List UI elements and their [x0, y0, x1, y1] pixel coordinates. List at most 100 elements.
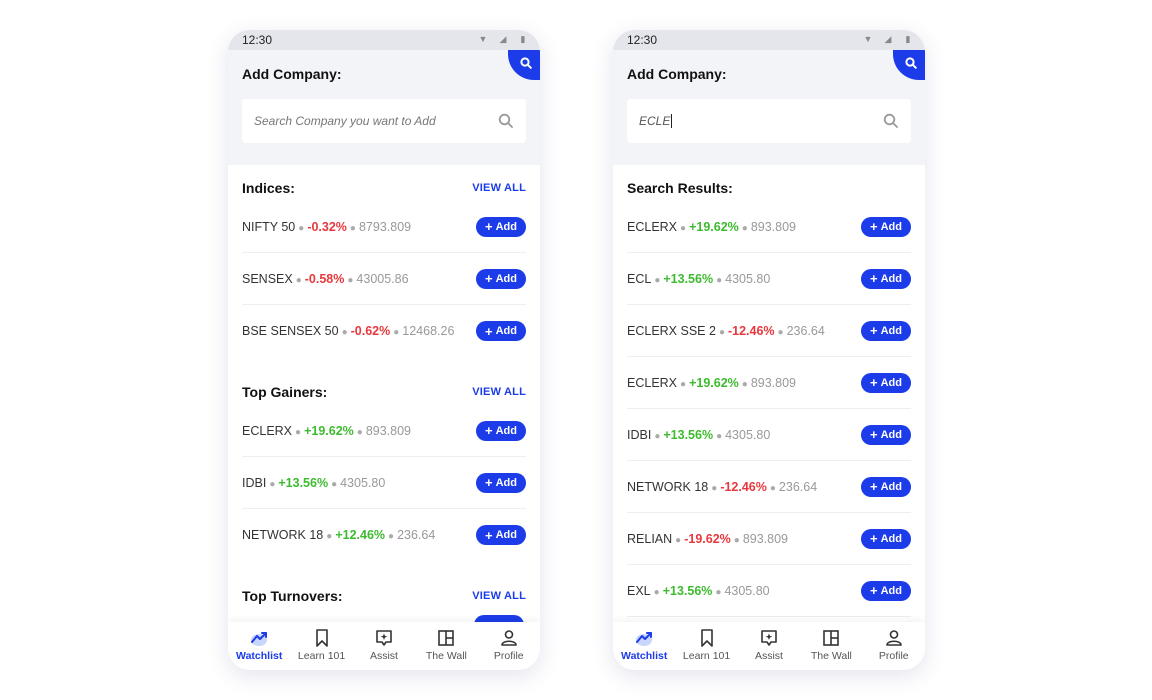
nav-item-the-wall[interactable]: The Wall	[802, 628, 860, 662]
nav-item-the-wall[interactable]: The Wall	[417, 628, 475, 662]
stock-info: RELIAN ● -19.62% ● 893.809	[627, 532, 788, 546]
phone-screen-browse: 12:30 ▼ ◢ ▮ Add Company: Search Company …	[228, 30, 540, 670]
add-button[interactable]: + Add	[476, 472, 526, 493]
separator-dot: ●	[349, 222, 356, 234]
plus-icon: +	[485, 423, 493, 438]
bookmark-icon	[312, 628, 332, 648]
stock-name: ECL	[627, 271, 652, 286]
nav-label: Learn 101	[682, 650, 731, 662]
stock-name: SENSEX	[242, 271, 293, 286]
add-button[interactable]: + Add	[476, 525, 526, 545]
search-icon	[520, 57, 532, 69]
stock-name: RELIAN	[627, 531, 673, 546]
add-button[interactable]: + Add	[861, 476, 911, 497]
stock-value: 4305.80	[340, 475, 386, 490]
add-button[interactable]: + Add	[861, 580, 911, 601]
add-button[interactable]: + Add	[861, 528, 911, 549]
stock-name: IDBI	[242, 475, 267, 490]
stock-info: IDBI ● +13.56% ● 4305.80	[627, 428, 770, 442]
separator-dot: ●	[653, 586, 660, 598]
separator-dot: ●	[388, 531, 395, 542]
plus-icon: +	[485, 219, 493, 234]
stock-value: 4305.80	[725, 427, 771, 442]
add-button[interactable]: + Add	[476, 420, 526, 441]
separator-dot: ●	[711, 482, 718, 494]
separator-dot: ●	[741, 222, 748, 234]
battery-icon: ▮	[905, 34, 911, 44]
add-button[interactable]: + Add	[861, 424, 911, 445]
profile-icon	[884, 628, 904, 648]
search-value: ECLE	[639, 114, 883, 129]
plus-icon: +	[870, 375, 878, 390]
stock-info: ECL ● +13.56% ● 4305.80	[627, 272, 770, 286]
view-all-link[interactable]: VIEW ALL	[472, 386, 526, 398]
stock-value: 236.64	[786, 323, 825, 338]
plus-icon: +	[485, 475, 493, 490]
nav-item-watchlist[interactable]: Watchlist	[230, 628, 288, 662]
status-bar: 12:30 ▼ ◢ ▮	[228, 30, 540, 50]
separator-dot: ●	[680, 222, 687, 234]
add-button[interactable]: + Add	[476, 216, 526, 237]
plus-icon: +	[870, 219, 878, 234]
search-icon[interactable]	[883, 113, 899, 129]
stock-change: -0.62%	[350, 324, 391, 338]
stock-change: -0.32%	[307, 219, 347, 234]
stock-change: -0.58%	[304, 271, 345, 286]
stock-value: 4305.80	[725, 271, 771, 286]
add-company-title: Add Company:	[242, 66, 342, 82]
nav-item-learn-101[interactable]: Learn 101	[678, 628, 736, 662]
stock-change: +13.56%	[663, 271, 714, 286]
search-results-content: Search Results: ECLERX ● +19.62% ● 893.809 + Ad…	[613, 165, 925, 650]
search-query: ECLE	[639, 113, 671, 128]
stock-name: NETWORK 18	[627, 479, 709, 494]
trend-chart-icon	[634, 628, 654, 648]
plus-icon: +	[485, 271, 493, 286]
search-fab-button[interactable]	[508, 50, 540, 80]
stock-info: IDBI ● +13.56% ● 4305.80	[242, 476, 385, 490]
company-search-input[interactable]: Search Company you want to Add	[242, 99, 526, 143]
stock-info: NIFTY 50 ● -0.32% ● 8793.809	[242, 220, 411, 234]
stock-change: +19.62%	[689, 219, 739, 234]
company-search-input[interactable]: ECLE	[627, 99, 911, 143]
stock-value: 893.809	[365, 423, 412, 438]
nav-item-profile[interactable]: Profile	[865, 628, 923, 662]
search-fab-button[interactable]	[893, 50, 925, 80]
stock-row: NETWORK 18 ● +12.46% ● 236.64 + Add	[242, 509, 526, 561]
separator-dot: ●	[715, 586, 722, 598]
add-company-panel: Add Company: Search Company you want to …	[228, 50, 540, 165]
search-icon[interactable]	[498, 113, 514, 129]
plus-icon: +	[870, 531, 878, 546]
add-button[interactable]: + Add	[476, 321, 526, 341]
nav-label: Assist	[754, 650, 783, 662]
nav-item-assist[interactable]: Assist	[355, 628, 413, 662]
stock-info: ECLERX ● +19.62% ● 893.809	[627, 220, 796, 234]
stock-value: 12468.26	[402, 324, 455, 338]
add-button-label: Add	[880, 584, 902, 597]
stock-change: +12.46%	[335, 528, 386, 542]
search-icon	[905, 57, 917, 69]
nav-item-watchlist[interactable]: Watchlist	[615, 628, 673, 662]
search-placeholder: Search Company you want to Add	[254, 114, 436, 128]
nav-label: The Wall	[425, 650, 467, 662]
add-button[interactable]: + Add	[861, 216, 911, 237]
nav-item-assist[interactable]: Assist	[740, 628, 798, 662]
add-button-label: Add	[495, 325, 517, 337]
add-button-label: Add	[880, 324, 902, 337]
view-all-link[interactable]: VIEW ALL	[472, 182, 526, 194]
plus-icon: +	[870, 323, 878, 338]
add-button[interactable]: + Add	[861, 372, 911, 393]
view-all-link[interactable]: VIEW ALL	[472, 590, 526, 602]
nav-item-learn-101[interactable]: Learn 101	[293, 628, 351, 662]
separator-dot: ●	[654, 274, 661, 286]
add-button[interactable]: + Add	[861, 320, 911, 341]
wall-icon	[821, 628, 841, 648]
add-company-panel: Add Company: ECLE	[613, 50, 925, 165]
add-button[interactable]: + Add	[861, 268, 911, 289]
signal-icon: ◢	[499, 34, 507, 44]
nav-item-profile[interactable]: Profile	[480, 628, 538, 662]
bookmark-icon	[697, 628, 717, 648]
add-button[interactable]: + Add	[476, 268, 526, 289]
stock-info: SENSEX ● -0.58% ● 43005.86	[242, 272, 409, 286]
search-results-section: Search Results: ECLERX ● +19.62% ● 893.809 + Ad…	[613, 175, 925, 617]
nav-label: The Wall	[810, 650, 852, 662]
